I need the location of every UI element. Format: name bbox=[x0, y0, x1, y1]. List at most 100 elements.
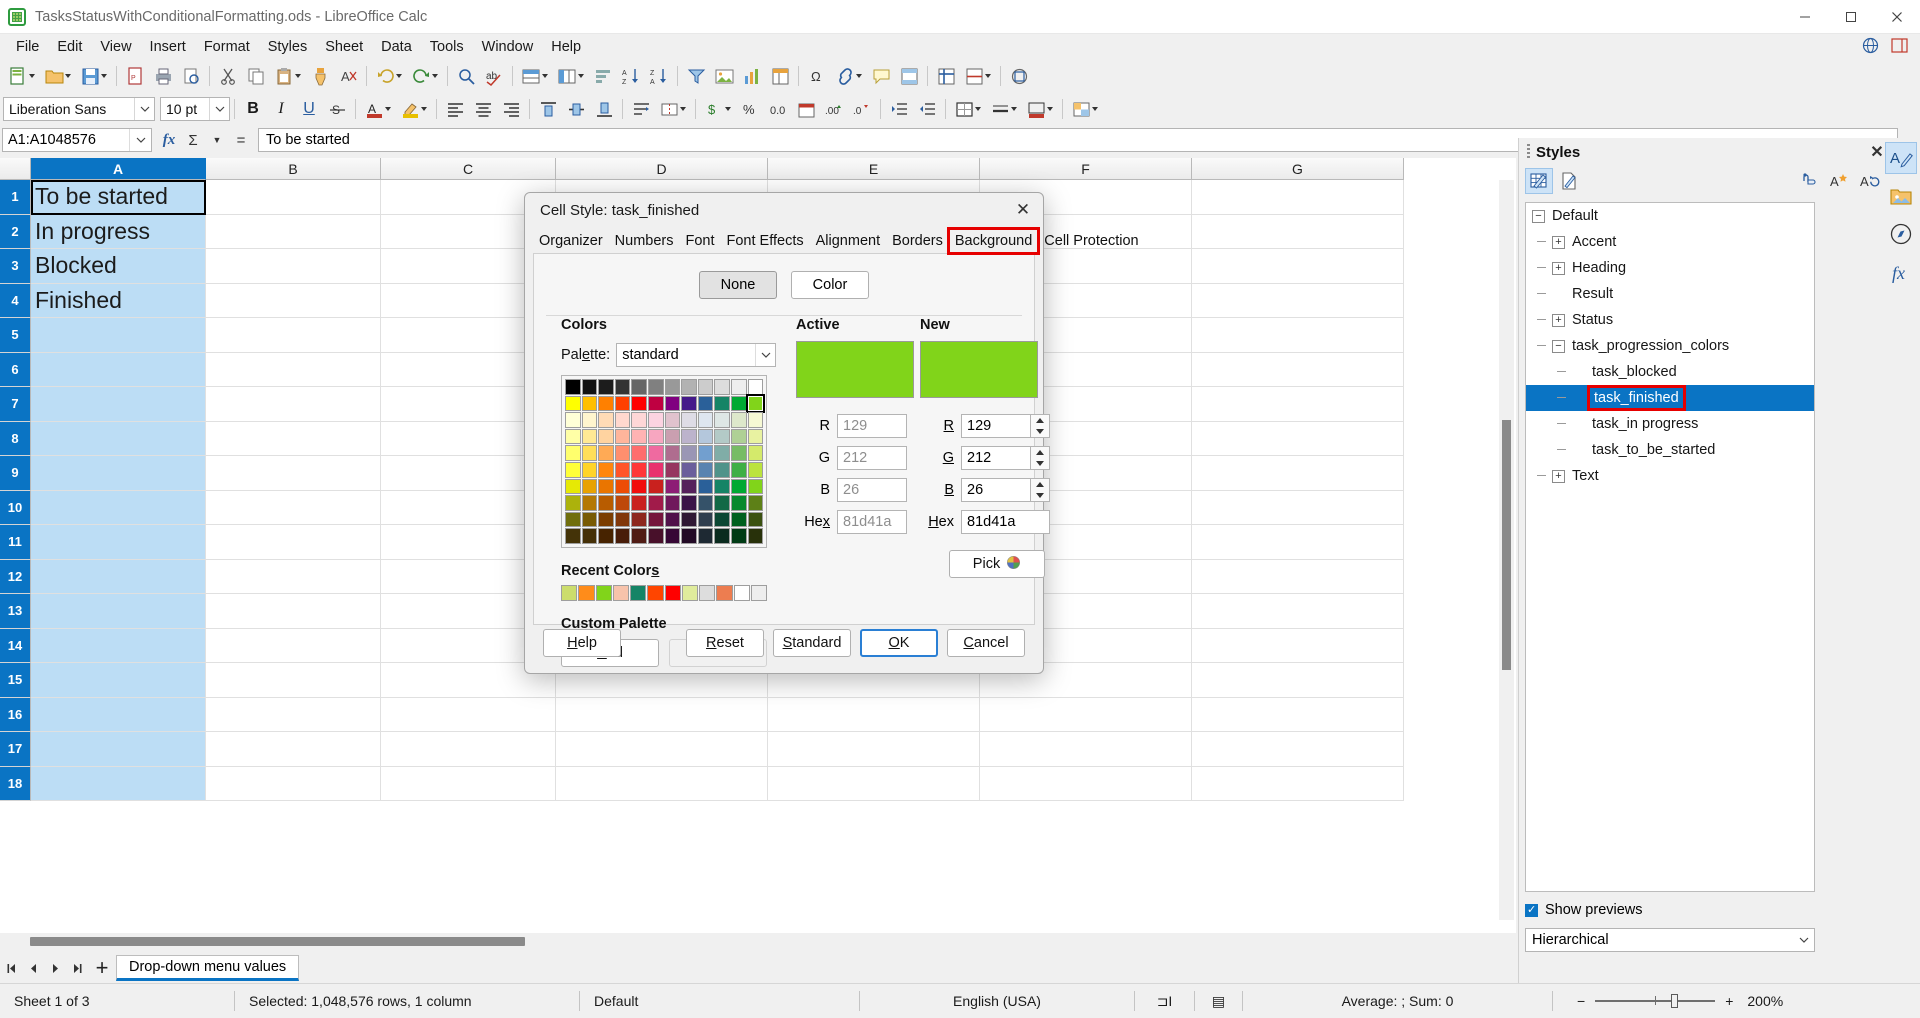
style-tree-item-result[interactable]: Result bbox=[1526, 281, 1814, 307]
palette-swatch[interactable] bbox=[698, 379, 714, 395]
spelling-button[interactable]: ab bbox=[480, 63, 508, 89]
cell-B7[interactable] bbox=[206, 387, 381, 422]
recent-color-swatch[interactable] bbox=[716, 585, 732, 601]
cell-C16[interactable] bbox=[381, 698, 556, 733]
palette-swatch[interactable] bbox=[648, 379, 664, 395]
palette-swatch[interactable] bbox=[582, 512, 598, 528]
row-header-13[interactable]: 13 bbox=[0, 594, 31, 629]
palette-swatch[interactable] bbox=[615, 528, 631, 544]
cell-A3[interactable]: Blocked bbox=[31, 249, 206, 284]
name-box[interactable]: A1:A1048576 bbox=[2, 128, 152, 152]
chevron-down-icon[interactable] bbox=[755, 344, 775, 366]
palette-swatch[interactable] bbox=[631, 396, 647, 412]
palette-swatch[interactable] bbox=[565, 479, 581, 495]
dialog-tab-font[interactable]: Font bbox=[680, 229, 721, 253]
column-header-g[interactable]: G bbox=[1192, 158, 1404, 180]
palette-swatch[interactable] bbox=[565, 429, 581, 445]
cell-E18[interactable] bbox=[768, 767, 980, 802]
row-header-14[interactable]: 14 bbox=[0, 629, 31, 664]
maximize-button[interactable] bbox=[1828, 0, 1874, 34]
functions-deck-icon[interactable]: fx bbox=[1885, 256, 1917, 288]
styles-tree[interactable]: −Default+Accent+HeadingResult+Status−tas… bbox=[1525, 202, 1815, 892]
style-filter-select[interactable]: Hierarchical bbox=[1525, 928, 1815, 952]
cell-A11[interactable] bbox=[31, 525, 206, 560]
cell-A8[interactable] bbox=[31, 422, 206, 457]
style-tree-item-task-to-be-started[interactable]: task_to_be_started bbox=[1526, 437, 1814, 463]
new-g-field[interactable]: 212 bbox=[961, 446, 1031, 470]
select-all-corner[interactable] bbox=[0, 158, 31, 180]
cell-B3[interactable] bbox=[206, 249, 381, 284]
underline-button[interactable]: U bbox=[295, 96, 323, 122]
new-r-spinner[interactable] bbox=[1031, 414, 1050, 438]
palette-swatch[interactable] bbox=[714, 445, 730, 461]
palette-swatch[interactable] bbox=[598, 512, 614, 528]
recent-color-swatch[interactable] bbox=[578, 585, 594, 601]
palette-swatch[interactable] bbox=[714, 495, 730, 511]
dialog-tab-cell-protection[interactable]: Cell Protection bbox=[1038, 229, 1144, 253]
palette-swatch[interactable] bbox=[582, 412, 598, 428]
row-header-9[interactable]: 9 bbox=[0, 456, 31, 491]
cell-style-dialog[interactable]: Cell Style: task_finished ✕ OrganizerNum… bbox=[524, 192, 1044, 674]
cell-A16[interactable] bbox=[31, 698, 206, 733]
delete-decimal-button[interactable]: .0 bbox=[848, 96, 876, 122]
palette-swatch[interactable] bbox=[698, 528, 714, 544]
last-sheet-button[interactable] bbox=[66, 956, 88, 980]
row-header-6[interactable]: 6 bbox=[0, 353, 31, 388]
row-header-10[interactable]: 10 bbox=[0, 491, 31, 526]
cell-C18[interactable] bbox=[381, 767, 556, 802]
sort-descending-button[interactable]: ZA bbox=[645, 63, 673, 89]
insert-chart-button[interactable] bbox=[738, 63, 766, 89]
italic-button[interactable]: I bbox=[267, 96, 295, 122]
clone-formatting-button[interactable] bbox=[306, 63, 334, 89]
palette-swatch[interactable] bbox=[582, 429, 598, 445]
collapse-icon[interactable]: − bbox=[1532, 210, 1545, 223]
cell-B16[interactable] bbox=[206, 698, 381, 733]
cell-B13[interactable] bbox=[206, 594, 381, 629]
new-b-field[interactable]: 26 bbox=[961, 478, 1031, 502]
palette-swatch[interactable] bbox=[631, 429, 647, 445]
palette-swatch[interactable] bbox=[582, 495, 598, 511]
row-header-18[interactable]: 18 bbox=[0, 767, 31, 802]
save-button[interactable] bbox=[76, 63, 112, 89]
palette-swatch[interactable] bbox=[565, 528, 581, 544]
palette-swatch[interactable] bbox=[615, 379, 631, 395]
cell-A12[interactable] bbox=[31, 560, 206, 595]
show-draw-functions-button[interactable] bbox=[1005, 63, 1033, 89]
cell-B15[interactable] bbox=[206, 663, 381, 698]
palette-swatch[interactable] bbox=[731, 512, 747, 528]
add-decimal-button[interactable]: .00 bbox=[820, 96, 848, 122]
palette-swatch[interactable] bbox=[615, 479, 631, 495]
palette-swatch[interactable] bbox=[731, 495, 747, 511]
recent-color-swatch[interactable] bbox=[682, 585, 698, 601]
cell-A5[interactable] bbox=[31, 318, 206, 353]
wrap-text-button[interactable] bbox=[627, 96, 655, 122]
row-header-3[interactable]: 3 bbox=[0, 249, 31, 284]
dialog-close-icon[interactable]: ✕ bbox=[1003, 200, 1043, 220]
palette-swatch[interactable] bbox=[598, 479, 614, 495]
palette-swatch[interactable] bbox=[748, 429, 764, 445]
palette-swatch[interactable] bbox=[748, 512, 764, 528]
menu-help[interactable]: Help bbox=[542, 36, 590, 58]
dialog-tab-font-effects[interactable]: Font Effects bbox=[721, 229, 810, 253]
style-tree-item-heading[interactable]: +Heading bbox=[1526, 255, 1814, 281]
palette-swatch[interactable] bbox=[748, 396, 764, 412]
cell-F17[interactable] bbox=[980, 732, 1192, 767]
palette-swatch[interactable] bbox=[714, 429, 730, 445]
style-tree-item-task-blocked[interactable]: task_blocked bbox=[1526, 359, 1814, 385]
standard-button[interactable]: Standard bbox=[773, 629, 851, 657]
align-vcenter-button[interactable] bbox=[562, 96, 590, 122]
globe-icon[interactable] bbox=[1862, 37, 1879, 58]
palette-swatch[interactable] bbox=[598, 528, 614, 544]
palette-swatch[interactable] bbox=[681, 495, 697, 511]
align-bottom-button[interactable] bbox=[590, 96, 618, 122]
cell-G2[interactable] bbox=[1192, 215, 1404, 250]
palette-swatch[interactable] bbox=[631, 445, 647, 461]
style-tree-item-task-progression-colors[interactable]: −task_progression_colors bbox=[1526, 333, 1814, 359]
recent-color-swatch[interactable] bbox=[665, 585, 681, 601]
palette-swatch[interactable] bbox=[714, 528, 730, 544]
freeze-rows-columns-button[interactable] bbox=[932, 63, 960, 89]
styles-deck-icon[interactable]: A bbox=[1885, 142, 1917, 174]
format-percent-button[interactable]: % bbox=[736, 96, 764, 122]
palette-swatch[interactable] bbox=[714, 379, 730, 395]
fill-none-button[interactable]: None bbox=[699, 271, 777, 299]
